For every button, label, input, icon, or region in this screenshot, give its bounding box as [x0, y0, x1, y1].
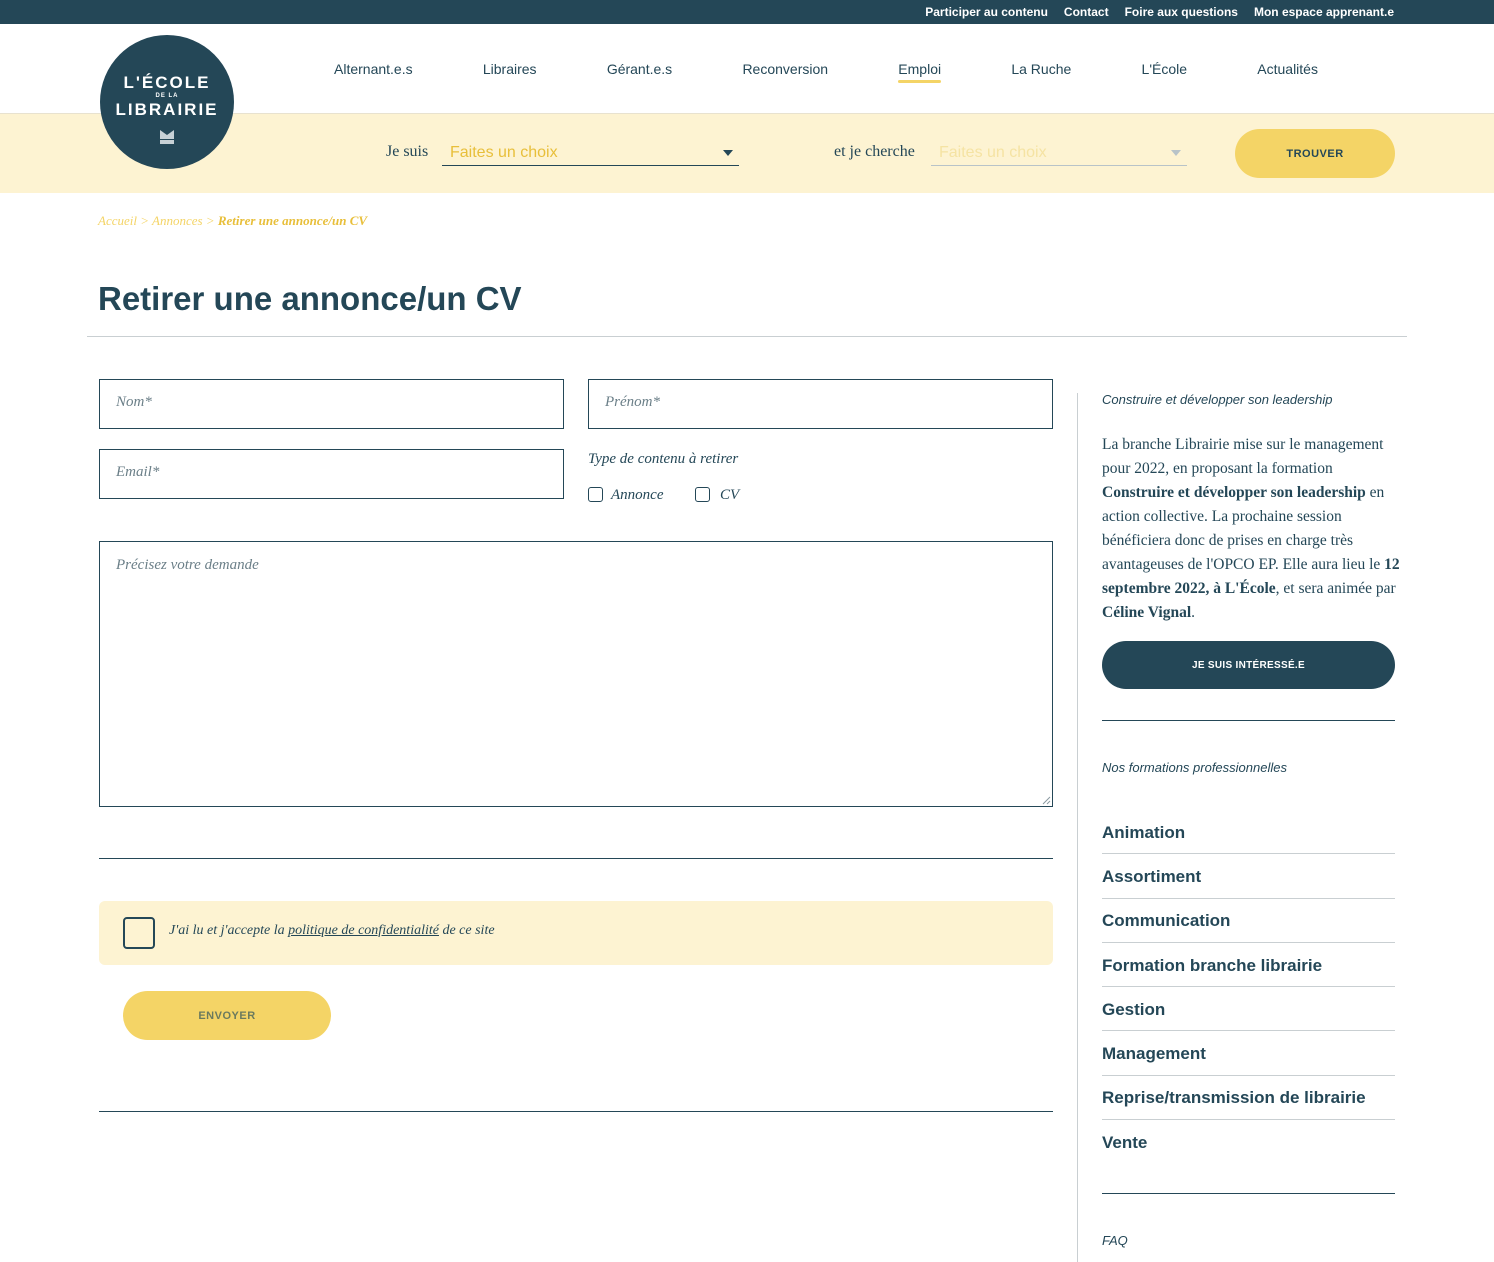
promo-text-part: , et sera animée par	[1275, 580, 1396, 597]
promo-text: La branche Librairie mise sur le managem…	[1102, 433, 1400, 625]
email-input[interactable]: Email*	[99, 449, 564, 499]
consent-box: J'ai lu et j'accepte la politique de con…	[99, 901, 1053, 965]
breadcrumb-separator: >	[140, 213, 150, 228]
content-type-label: Type de contenu à retirer	[588, 451, 739, 467]
chevron-down-icon	[723, 150, 733, 156]
prenom-input[interactable]: Prénom*	[588, 379, 1053, 429]
breadcrumb-separator: >	[205, 213, 215, 228]
sidebar-divider	[1102, 1193, 1395, 1194]
promo-kicker: Construire et développer son leadership	[1102, 392, 1333, 407]
submit-button[interactable]: ENVOYER	[123, 991, 331, 1040]
breadcrumb-annonces[interactable]: Annonces	[152, 213, 203, 228]
cv-checkbox-label[interactable]: CV	[720, 487, 739, 504]
interested-button[interactable]: JE SUIS INTÉRESSÉ.E	[1102, 641, 1395, 689]
formation-link-gestion[interactable]: Gestion	[1102, 987, 1395, 1032]
page-title: Retirer une annonce/un CV	[98, 280, 522, 317]
consent-text-before: J'ai lu et j'accepte la	[169, 923, 285, 938]
chevron-down-icon	[1171, 150, 1181, 156]
consent-text: J'ai lu et j'accepte la politique de con…	[169, 923, 495, 939]
utility-link-faq[interactable]: Foire aux questions	[1125, 5, 1238, 19]
formation-link-vente[interactable]: Vente	[1102, 1120, 1395, 1164]
formation-link-branche-librairie[interactable]: Formation branche librairie	[1102, 943, 1395, 988]
nav-item-la-ruche[interactable]: La Ruche	[1011, 61, 1071, 77]
email-placeholder: Email*	[116, 464, 160, 480]
profile-select-value: Faites un choix	[450, 144, 558, 161]
breadcrumb: Accueil > Annonces > Retirer une annonce…	[98, 213, 367, 229]
form-divider	[99, 858, 1053, 859]
need-select[interactable]: Faites un choix	[931, 140, 1187, 166]
formation-link-reprise-transmission[interactable]: Reprise/transmission de librairie	[1102, 1076, 1395, 1121]
promo-bold-trainer: Céline Vignal	[1102, 604, 1192, 621]
nav-item-alternants[interactable]: Alternant.e.s	[334, 61, 413, 77]
nav-item-reconversion[interactable]: Reconversion	[742, 61, 828, 77]
message-textarea[interactable]: Précisez votre demande	[99, 541, 1053, 807]
consent-checkbox[interactable]	[123, 917, 155, 949]
breadcrumb-current: Retirer une annonce/un CV	[217, 213, 368, 228]
cv-checkbox[interactable]	[695, 487, 710, 502]
faq-link[interactable]: FAQ	[1102, 1233, 1128, 1248]
formation-link-animation[interactable]: Animation	[1102, 810, 1395, 855]
breadcrumb-home[interactable]: Accueil	[98, 213, 137, 228]
nom-input[interactable]: Nom*	[99, 379, 564, 429]
utility-link-espace-apprenant[interactable]: Mon espace apprenant.e	[1254, 5, 1394, 19]
promo-text-part: La branche Librairie mise sur le managem…	[1102, 436, 1384, 477]
sidebar-divider	[1102, 720, 1395, 721]
form-bottom-divider	[99, 1111, 1053, 1112]
nav-item-emploi[interactable]: Emploi	[898, 61, 941, 83]
sidebar-separator	[1077, 393, 1078, 1262]
logo-text-ecole: L'ÉCOLE	[123, 73, 211, 92]
promo-text-part: .	[1191, 604, 1196, 621]
nav-item-gerants[interactable]: Gérant.e.s	[607, 61, 672, 77]
formations-kicker: Nos formations professionnelles	[1102, 760, 1287, 775]
need-select-value: Faites un choix	[939, 144, 1047, 161]
utility-links: Participer au contenu Contact Foire aux …	[925, 0, 1394, 24]
logo-text-librairie: LIBRAIRIE	[115, 100, 219, 119]
consent-text-after: de ce site	[442, 923, 495, 938]
profile-select[interactable]: Faites un choix	[442, 140, 739, 166]
nav-item-actualites[interactable]: Actualités	[1257, 61, 1318, 77]
utility-link-contact[interactable]: Contact	[1064, 5, 1109, 19]
utility-link-participer[interactable]: Participer au contenu	[925, 5, 1048, 19]
find-button[interactable]: TROUVER	[1235, 129, 1395, 178]
promo-bold-formation: Construire et développer son leadership	[1102, 484, 1366, 501]
title-divider	[87, 336, 1407, 337]
formations-list: Animation Assortiment Communication Form…	[1102, 810, 1395, 1164]
formation-link-management[interactable]: Management	[1102, 1031, 1395, 1076]
search-label-je-cherche: et je cherche	[834, 143, 915, 160]
main-nav: Alternant.e.s Libraires Gérant.e.s Recon…	[296, 24, 1356, 114]
nav-item-libraires[interactable]: Libraires	[483, 61, 537, 77]
formation-link-communication[interactable]: Communication	[1102, 899, 1395, 943]
formation-link-assortiment[interactable]: Assortiment	[1102, 854, 1395, 899]
logo-mark-icon	[160, 130, 174, 144]
annonce-checkbox-label[interactable]: Annonce	[611, 487, 663, 504]
top-utility-bar: Participer au contenu Contact Foire aux …	[0, 0, 1494, 24]
site-logo[interactable]: L'ÉCOLE DE LA LIBRAIRIE	[100, 35, 234, 169]
resize-grip-icon[interactable]	[1041, 795, 1051, 805]
logo-text-de-la: DE LA	[155, 93, 179, 99]
message-placeholder: Précisez votre demande	[116, 557, 259, 573]
privacy-policy-link[interactable]: politique de confidentialité	[288, 923, 439, 938]
search-label-je-suis: Je suis	[386, 143, 429, 160]
nom-placeholder: Nom*	[116, 394, 152, 410]
annonce-checkbox[interactable]	[588, 487, 603, 502]
nav-item-ecole[interactable]: L'École	[1142, 61, 1187, 77]
prenom-placeholder: Prénom*	[605, 394, 660, 410]
